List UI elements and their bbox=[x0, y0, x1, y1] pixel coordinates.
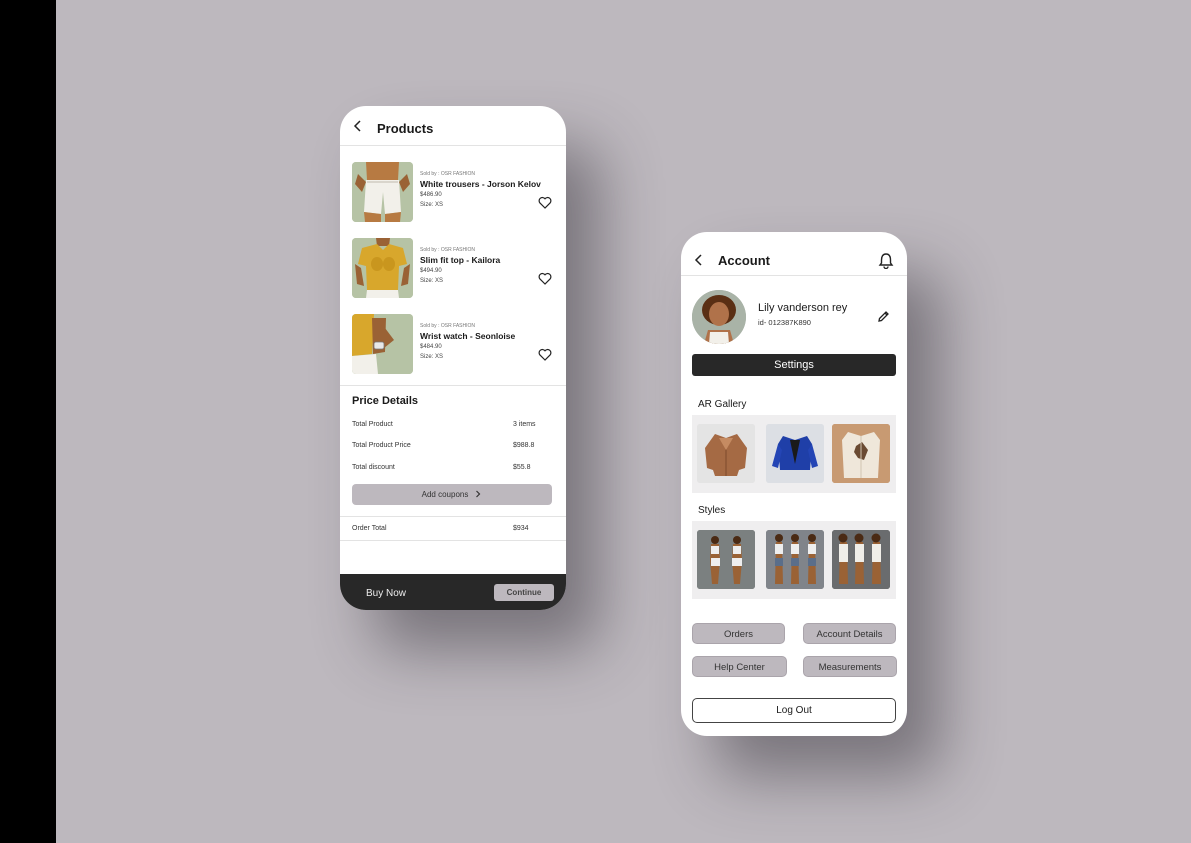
price-row-label: Total Product Price bbox=[352, 442, 411, 449]
ar-gallery-item[interactable] bbox=[697, 424, 755, 483]
product-seller: Sold by : OSR FASHION bbox=[420, 171, 476, 177]
product-thumbnail[interactable] bbox=[352, 162, 413, 222]
divider bbox=[340, 540, 566, 541]
product-thumbnail[interactable] bbox=[352, 238, 413, 298]
left-black-margin bbox=[0, 0, 56, 843]
price-row-value: 3 items bbox=[513, 421, 536, 428]
product-item[interactable]: Sold by : OSR FASHION Slim fit top - Kai… bbox=[352, 238, 557, 298]
product-seller: Sold by : OSR FASHION bbox=[420, 247, 476, 253]
style-item[interactable] bbox=[697, 530, 755, 589]
chevron-right-icon bbox=[476, 490, 481, 498]
chevron-left-icon[interactable] bbox=[352, 120, 364, 132]
style-item[interactable] bbox=[832, 530, 890, 589]
product-item[interactable]: Sold by : OSR FASHION Wrist watch - Seon… bbox=[352, 314, 557, 374]
heart-icon[interactable] bbox=[538, 272, 552, 285]
product-price: $494.90 bbox=[420, 268, 442, 274]
continue-button[interactable]: Continue bbox=[494, 584, 554, 601]
product-size: Size: XS bbox=[420, 354, 444, 360]
products-screen: Products Sold by : OSR FASHION White tro… bbox=[340, 106, 566, 610]
product-seller: Sold by : OSR FASHION bbox=[420, 323, 476, 329]
account-screen: Account Lily vanderson rey id- 012387K89… bbox=[681, 232, 907, 736]
account-details-button[interactable]: Account Details bbox=[803, 623, 896, 644]
avatar[interactable] bbox=[692, 290, 746, 344]
product-size: Size: XS bbox=[420, 202, 444, 208]
pencil-icon[interactable] bbox=[877, 310, 890, 323]
settings-button[interactable]: Settings bbox=[692, 354, 896, 376]
page-title: Account bbox=[718, 253, 770, 268]
price-row-value: $988.8 bbox=[513, 442, 535, 449]
user-name: Lily vanderson rey bbox=[758, 302, 848, 314]
measurements-button[interactable]: Measurements bbox=[803, 656, 897, 677]
ar-gallery bbox=[692, 415, 896, 493]
product-name[interactable]: Slim fit top - Kailora bbox=[420, 255, 500, 265]
divider bbox=[340, 385, 566, 386]
ar-gallery-label: AR Gallery bbox=[698, 399, 747, 410]
page-title: Products bbox=[377, 121, 434, 136]
styles-label: Styles bbox=[698, 505, 726, 516]
product-name[interactable]: Wrist watch - Seonloise bbox=[420, 331, 515, 341]
price-row-label: Total Product bbox=[352, 421, 393, 428]
bell-icon[interactable] bbox=[878, 252, 894, 269]
ar-gallery-item[interactable] bbox=[832, 424, 890, 483]
product-name[interactable]: White trousers - Jorson Kelov bbox=[420, 179, 541, 189]
ar-gallery-item[interactable] bbox=[766, 424, 824, 483]
add-coupons-button[interactable]: Add coupons bbox=[352, 484, 552, 505]
products-header: Products bbox=[340, 106, 566, 146]
orders-button[interactable]: Orders bbox=[692, 623, 785, 644]
product-price: $484.90 bbox=[420, 344, 442, 350]
logout-button[interactable]: Log Out bbox=[692, 698, 896, 723]
divider bbox=[340, 516, 566, 517]
chevron-left-icon[interactable] bbox=[693, 254, 705, 266]
product-thumbnail[interactable] bbox=[352, 314, 413, 374]
price-details-title: Price Details bbox=[352, 395, 419, 407]
checkout-bar: Buy Now Continue bbox=[340, 574, 566, 610]
product-price: $486.90 bbox=[420, 192, 442, 198]
buy-now-label[interactable]: Buy Now bbox=[366, 588, 406, 599]
price-row-value: $55.8 bbox=[513, 464, 531, 471]
product-size: Size: XS bbox=[420, 278, 444, 284]
styles-gallery bbox=[692, 521, 896, 599]
heart-icon[interactable] bbox=[538, 348, 552, 361]
help-center-button[interactable]: Help Center bbox=[692, 656, 787, 677]
account-header: Account bbox=[681, 232, 907, 276]
heart-icon[interactable] bbox=[538, 196, 552, 209]
user-id: id- 012387K890 bbox=[758, 318, 811, 327]
price-row-label: Total discount bbox=[352, 464, 395, 471]
style-item[interactable] bbox=[766, 530, 824, 589]
order-total-value: $934 bbox=[513, 525, 529, 532]
add-coupons-label: Add coupons bbox=[421, 490, 469, 499]
product-item[interactable]: Sold by : OSR FASHION White trousers - J… bbox=[352, 162, 557, 222]
order-total-label: Order Total bbox=[352, 525, 387, 532]
